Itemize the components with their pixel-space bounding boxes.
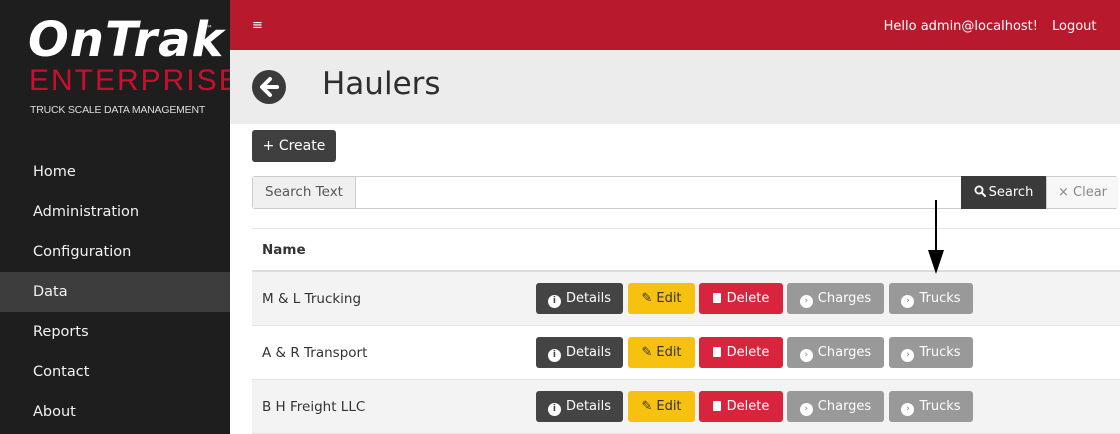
brand-tagline: TRUCK SCALE DATA MANAGEMENT xyxy=(30,104,206,116)
create-button[interactable]: + Create xyxy=(252,130,336,162)
table-row: A & R Transport i Details ✎ Edit Delete › C… xyxy=(252,326,1120,380)
edit-icon: ✎ xyxy=(641,345,653,360)
annotation-arrow-icon xyxy=(928,200,944,274)
delete-button[interactable]: Delete xyxy=(699,283,783,314)
sidebar-item-administration[interactable]: Administration xyxy=(0,192,230,232)
charges-button[interactable]: › Charges xyxy=(787,391,884,422)
brand-name: OnTrak xyxy=(28,12,225,68)
hamburger-menu-icon[interactable]: ≡ xyxy=(252,19,263,32)
page-header: Haulers xyxy=(230,50,1120,124)
delete-button[interactable]: Delete xyxy=(699,391,783,422)
search-input[interactable] xyxy=(356,177,961,208)
column-header-name[interactable]: Name xyxy=(262,242,306,258)
sidebar-item-configuration[interactable]: Configuration xyxy=(0,232,230,272)
table-header: Name xyxy=(252,228,1120,272)
charges-button[interactable]: › Charges xyxy=(787,337,884,368)
edit-button[interactable]: ✎ Edit xyxy=(628,337,695,368)
charges-button[interactable]: › Charges xyxy=(787,283,884,314)
user-greeting: Hello admin@localhost! xyxy=(883,19,1038,34)
edit-icon: ✎ xyxy=(641,291,653,306)
arrow-right-circle-icon: › xyxy=(901,403,915,416)
top-bar: ≡ Hello admin@localhost! Logout xyxy=(230,0,1120,50)
back-arrow-icon[interactable] xyxy=(252,70,286,104)
arrow-right-circle-icon: › xyxy=(901,295,915,308)
search-button[interactable]: Search xyxy=(961,176,1046,209)
hauler-name: A & R Transport xyxy=(262,345,368,361)
trash-icon xyxy=(712,293,721,303)
search-label: Search Text xyxy=(253,177,356,208)
table-row: B H Freight LLC i Details ✎ Edit Delete › C… xyxy=(252,380,1120,434)
sidebar-item-home[interactable]: Home xyxy=(0,152,230,192)
sidebar: OnTrak ™ ENTERPRISE TRUCK SCALE DATA MAN… xyxy=(0,0,239,434)
arrow-right-circle-icon: › xyxy=(799,295,813,308)
sidebar-nav: Home Administration Configuration Data R… xyxy=(0,152,230,432)
info-icon: i xyxy=(547,403,561,416)
arrow-right-circle-icon: › xyxy=(901,349,915,362)
sidebar-item-data[interactable]: Data xyxy=(0,272,230,312)
info-icon: i xyxy=(547,295,561,308)
brand-edition: ENTERPRISE xyxy=(29,64,241,97)
arrow-right-circle-icon: › xyxy=(799,403,813,416)
search-bar: Search Text Search × Clear xyxy=(252,176,1118,209)
details-button[interactable]: i Details xyxy=(536,283,623,314)
edit-button[interactable]: ✎ Edit xyxy=(628,391,695,422)
sidebar-item-about[interactable]: About xyxy=(0,392,230,432)
sidebar-item-contact[interactable]: Contact xyxy=(0,352,230,392)
trucks-button[interactable]: › Trucks xyxy=(889,391,973,422)
search-icon xyxy=(974,185,986,197)
trucks-button[interactable]: › Trucks xyxy=(889,337,973,368)
details-button[interactable]: i Details xyxy=(536,391,623,422)
brand-trademark: ™ xyxy=(205,24,213,33)
details-button[interactable]: i Details xyxy=(536,337,623,368)
clear-button[interactable]: × Clear xyxy=(1046,177,1118,208)
hauler-name: M & L Trucking xyxy=(262,291,362,307)
trash-icon xyxy=(712,347,721,357)
logout-link[interactable]: Logout xyxy=(1052,19,1120,34)
trucks-button[interactable]: › Trucks xyxy=(889,283,973,314)
hauler-name: B H Freight LLC xyxy=(262,399,366,415)
info-icon: i xyxy=(547,349,561,362)
delete-button[interactable]: Delete xyxy=(699,337,783,368)
arrow-right-circle-icon: › xyxy=(799,349,813,362)
table-row: M & L Trucking i Details ✎ Edit Delete › Ch… xyxy=(252,272,1120,326)
sidebar-item-reports[interactable]: Reports xyxy=(0,312,230,352)
search-button-label: Search xyxy=(988,185,1034,200)
edit-button[interactable]: ✎ Edit xyxy=(628,283,695,314)
trash-icon xyxy=(712,401,721,411)
brand-logo: OnTrak ™ ENTERPRISE TRUCK SCALE DATA MAN… xyxy=(0,0,239,130)
edit-icon: ✎ xyxy=(641,399,653,414)
page-title: Haulers xyxy=(322,66,441,102)
